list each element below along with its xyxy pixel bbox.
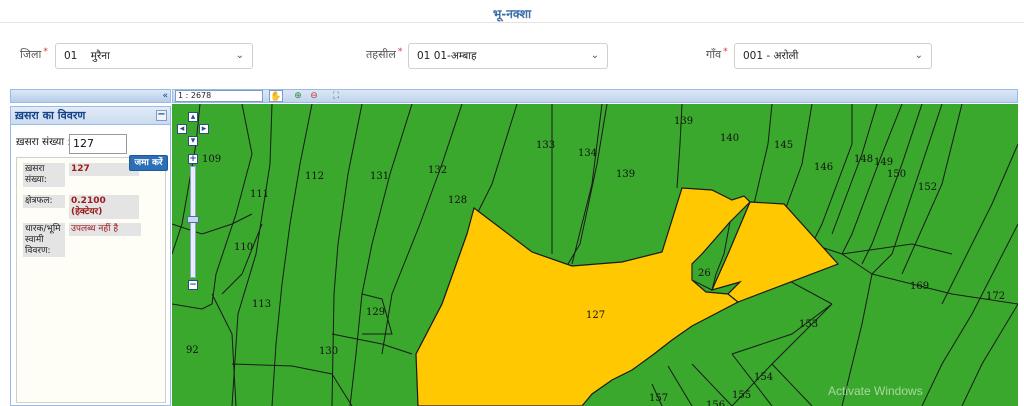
detail-khasra-label: ख़सरा संख्या: — [23, 163, 65, 187]
details-box: ख़सरा संख्या: 127 क्षेत्रफल: 0.2100 (हेक… — [16, 157, 166, 403]
parcel-label: 172 — [986, 291, 1005, 302]
zoom-out-tool-icon[interactable]: ⊖ — [307, 90, 321, 102]
parcel-label: 109 — [202, 154, 221, 165]
bhu-naksha-page: भू-नक्शा जिला * 01 मुरैना ⌄ तहसील * 01 01-… — [0, 0, 1024, 406]
parcel-label: 113 — [252, 299, 271, 310]
area-value: 0.2100 — [71, 196, 106, 206]
khasra-details-panel: ख़सरा का विवरण − ख़सरा संख्या : 127 ख़सर… — [10, 106, 171, 406]
parcel-label: 140 — [720, 133, 739, 144]
village-label: गाँव * — [706, 47, 728, 62]
parcel-label: 139 — [674, 116, 693, 127]
village-select[interactable]: 001 - अरोली ⌄ — [734, 43, 932, 69]
tehsil-select[interactable]: 01 01-अम्बाह ⌄ — [408, 43, 608, 69]
district-select[interactable]: 01 मुरैना ⌄ — [55, 43, 253, 69]
required-marker: * — [397, 47, 403, 57]
tehsil-value: 01 01-अम्बाह — [417, 50, 477, 62]
parcel-label: 110 — [234, 242, 253, 253]
district-label: जिला * — [20, 47, 48, 62]
parcel-label: 133 — [536, 140, 555, 151]
village-label-text: गाँव — [706, 48, 722, 61]
parcel-label: 112 — [305, 171, 324, 182]
parcel-label: 111 — [250, 189, 269, 200]
parcel-label: 157 — [649, 393, 668, 404]
collapse-panel-icon[interactable]: « — [162, 90, 168, 102]
pan-hand-icon[interactable]: ✋ — [269, 90, 283, 102]
district-name: मुरैना — [90, 50, 110, 62]
district-code: 01 — [64, 50, 78, 62]
parcel-label: 132 — [428, 165, 447, 176]
scale-input[interactable]: 1 : 2678 — [175, 90, 263, 102]
khasra-number-input[interactable]: 127 — [69, 134, 127, 154]
khasra-number-label: ख़सरा संख्या : — [16, 136, 71, 148]
parcel-label: 150 — [887, 169, 906, 180]
parcel-label: 149 — [874, 157, 893, 168]
activate-windows-watermark: Activate Windows — [828, 384, 923, 398]
district-label-text: जिला — [20, 48, 42, 61]
minimize-icon[interactable]: − — [156, 110, 167, 121]
parcel-label: 92 — [186, 345, 199, 356]
parcel-label: 26 — [698, 268, 711, 279]
village-value: 001 - अरोली — [743, 50, 799, 62]
cadastral-map[interactable]: 109 111 112 131 132 133 134 139 139 140 … — [172, 104, 1018, 406]
page-title: भू-नक्शा — [492, 7, 532, 21]
parcel-label: 154 — [754, 372, 773, 383]
pan-left-icon[interactable]: ◂ — [177, 124, 187, 134]
zoom-slider-thumb[interactable] — [187, 216, 199, 223]
parcel-label: 153 — [799, 319, 818, 330]
chevron-down-icon: ⌄ — [914, 50, 923, 61]
zoom-out-icon[interactable]: − — [188, 280, 198, 290]
area-unit: (हेक्टेयर) — [71, 207, 103, 217]
map-canvas[interactable]: 109 111 112 131 132 133 134 139 139 140 … — [172, 104, 1018, 406]
pan-up-icon[interactable]: ▴ — [188, 112, 198, 122]
zoom-in-icon[interactable]: + — [188, 154, 198, 164]
panel-title: ख़सरा का विवरण — [15, 109, 86, 122]
required-marker: * — [723, 47, 728, 57]
map-toolbar: 1 : 2678 ✋ ⊕ ⊖ ⛶ — [172, 89, 1018, 103]
parcel-label: 134 — [578, 148, 597, 159]
parcel-label: 156 — [706, 400, 725, 406]
parcel-label: 148 — [854, 154, 873, 165]
parcel-label: 127 — [586, 310, 605, 321]
submit-button[interactable]: जमा करें — [129, 155, 168, 171]
parcel-label: 169 — [910, 281, 929, 292]
detail-owner-value: उपलब्ध नहीं है — [69, 223, 141, 236]
detail-area-label: क्षेत्रफल: — [23, 195, 65, 208]
required-marker: * — [43, 47, 48, 57]
chevron-down-icon: ⌄ — [235, 50, 244, 61]
parcel-label: 146 — [814, 162, 833, 173]
parcel-label: 152 — [918, 182, 937, 193]
parcel-label: 129 — [366, 307, 385, 318]
zoom-in-tool-icon[interactable]: ⊕ — [291, 90, 305, 102]
panel-strip: « — [10, 89, 171, 103]
tehsil-label: तहसील * — [366, 47, 402, 62]
pan-right-icon[interactable]: ▸ — [199, 124, 209, 134]
parcel-label: 145 — [774, 140, 793, 151]
header-divider — [0, 22, 1024, 23]
parcel-label: 131 — [370, 171, 389, 182]
parcel-label: 155 — [732, 390, 751, 401]
full-extent-icon[interactable]: ⛶ — [329, 90, 343, 102]
parcel-label: 130 — [319, 346, 338, 357]
pan-down-icon[interactable]: ▾ — [188, 136, 198, 146]
detail-area-value: 0.2100 (हेक्टेयर) — [69, 195, 139, 219]
panel-header: ख़सरा का विवरण − — [11, 107, 170, 125]
detail-owner-label: धारक/भूमि स्वामी विवरण: — [23, 223, 65, 257]
chevron-down-icon: ⌄ — [590, 50, 599, 61]
parcel-label: 128 — [448, 195, 467, 206]
tehsil-label-text: तहसील — [366, 48, 396, 61]
parcel-label: 139 — [616, 169, 635, 180]
